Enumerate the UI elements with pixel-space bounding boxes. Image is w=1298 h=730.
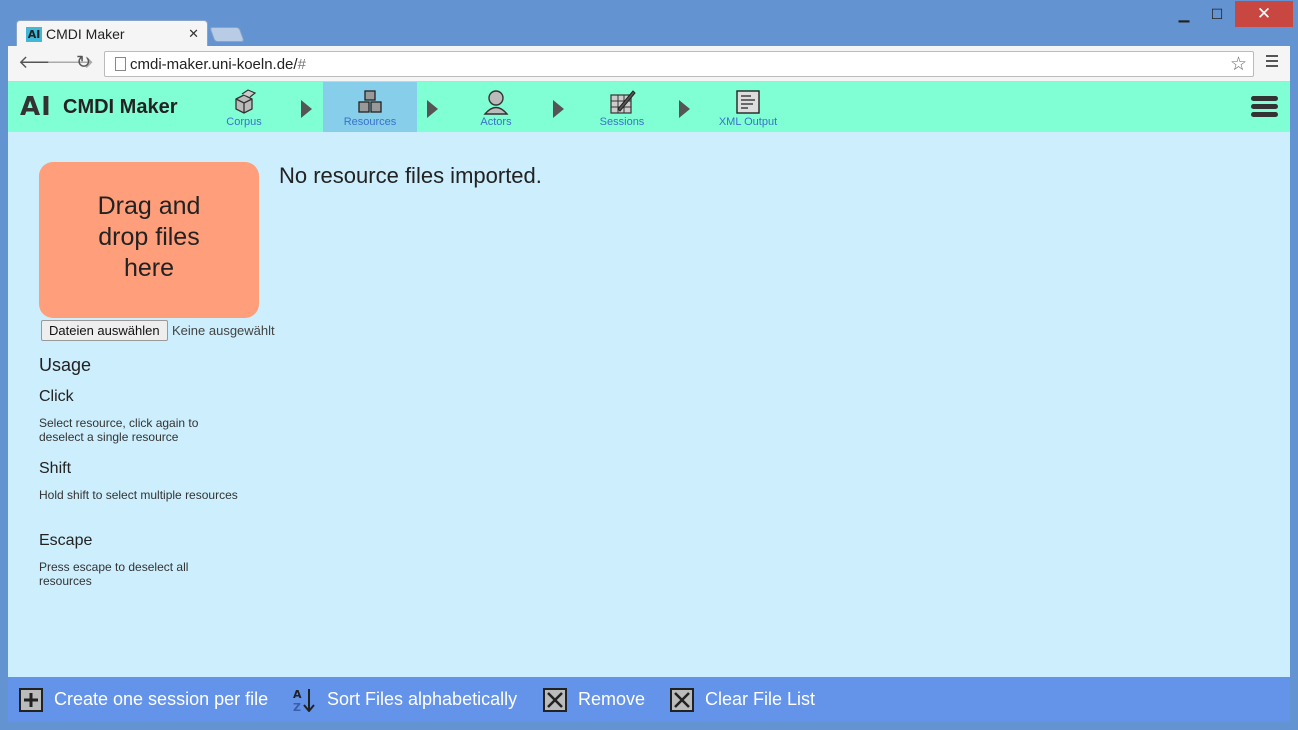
sort-az-icon: A Z (293, 688, 315, 712)
step-label: Sessions (599, 116, 645, 128)
step-corpus[interactable]: Corpus (197, 82, 291, 132)
app-menu-icon[interactable] (1251, 96, 1278, 120)
usage-desc: Press escape to deselect all resources (39, 560, 189, 588)
window-titlebar: AI CMDI Maker ✕ ▁ ☐ ✕ (0, 0, 1298, 47)
footer-actions: Create one session per file A Z Sort Fil… (8, 677, 1290, 722)
svg-text:Z: Z (293, 701, 301, 712)
svg-text:A: A (293, 688, 302, 701)
plus-box-icon (19, 687, 43, 712)
tab-close-icon[interactable]: ✕ (188, 26, 199, 42)
usage-heading: Usage (39, 355, 92, 375)
usage-desc: Hold shift to select multiple resources (39, 488, 238, 502)
step-sessions[interactable]: Sessions (575, 82, 669, 132)
usage-key: Shift (39, 460, 72, 477)
step-label: Actors (480, 116, 512, 128)
usage-item-shift: Shift Hold shift to select multiple reso… (39, 460, 239, 502)
app-logo: AI (20, 92, 52, 122)
browser-tab[interactable]: AI CMDI Maker ✕ (16, 20, 208, 47)
x-box-icon (670, 687, 694, 712)
create-session-per-file-button[interactable]: Create one session per file (19, 677, 268, 722)
url-text[interactable]: cmdi-maker.uni-koeln.de/# (130, 56, 306, 73)
step-label: Corpus (226, 116, 262, 128)
maximize-window-button[interactable]: ☐ (1203, 1, 1231, 27)
step-xml-output[interactable]: XML Output (701, 82, 795, 132)
empty-resources-message: No resource files imported. (279, 163, 542, 188)
file-dropzone[interactable]: Drag and drop files here (39, 162, 259, 318)
app-title: CMDI Maker (63, 96, 178, 118)
document-icon (736, 90, 760, 114)
main-content: Drag and drop files here Dateien auswähl… (8, 132, 1290, 677)
page-icon (115, 57, 126, 71)
usage-key: Click (39, 388, 74, 405)
pen-grid-icon (610, 90, 636, 114)
clear-file-list-button[interactable]: Clear File List (670, 677, 815, 722)
person-icon (483, 90, 509, 115)
remove-button[interactable]: Remove (543, 677, 645, 722)
usage-key: Escape (39, 532, 93, 549)
address-bar[interactable]: cmdi-maker.uni-koeln.de/# ☆ (104, 51, 1254, 77)
tab-title: CMDI Maker (46, 26, 125, 42)
usage-desc: Select resource, click again to deselect… (39, 416, 199, 444)
new-tab-button[interactable] (209, 27, 245, 42)
step-arrow-icon (553, 100, 564, 118)
step-label: Resources (343, 116, 397, 128)
minimize-window-button[interactable]: ▁ (1170, 1, 1198, 27)
favicon-icon: AI (26, 27, 42, 42)
choose-files-button[interactable]: Dateien auswählen (41, 320, 168, 341)
sort-files-button[interactable]: A Z Sort Files alphabetically (292, 677, 517, 722)
usage-item-escape: Escape Press escape to deselect all reso… (39, 532, 239, 588)
window-bottom-edge (0, 722, 1298, 730)
cubes-icon (235, 89, 257, 114)
step-actors[interactable]: Actors (449, 82, 543, 132)
usage-item-click: Click Select resource, click again to de… (39, 388, 239, 444)
step-arrow-icon (679, 100, 690, 118)
close-window-button[interactable]: ✕ (1235, 1, 1293, 27)
step-arrow-icon (427, 100, 438, 118)
step-resources[interactable]: Resources (323, 82, 417, 132)
browser-menu-icon[interactable] (1266, 55, 1278, 70)
reload-icon[interactable]: ↻ (76, 52, 91, 73)
browser-toolbar: 🡐 🡒 ↻ cmdi-maker.uni-koeln.de/# ☆ (8, 46, 1290, 82)
step-label: XML Output (718, 116, 778, 128)
x-box-icon (543, 687, 567, 712)
stacked-cubes-icon (358, 90, 382, 113)
app-header: AI CMDI Maker Corpus Resources Actors Se… (8, 82, 1290, 132)
step-arrow-icon (301, 100, 312, 118)
file-status-text: Keine ausgewählt (172, 323, 275, 338)
bookmark-star-icon[interactable]: ☆ (1230, 53, 1247, 76)
